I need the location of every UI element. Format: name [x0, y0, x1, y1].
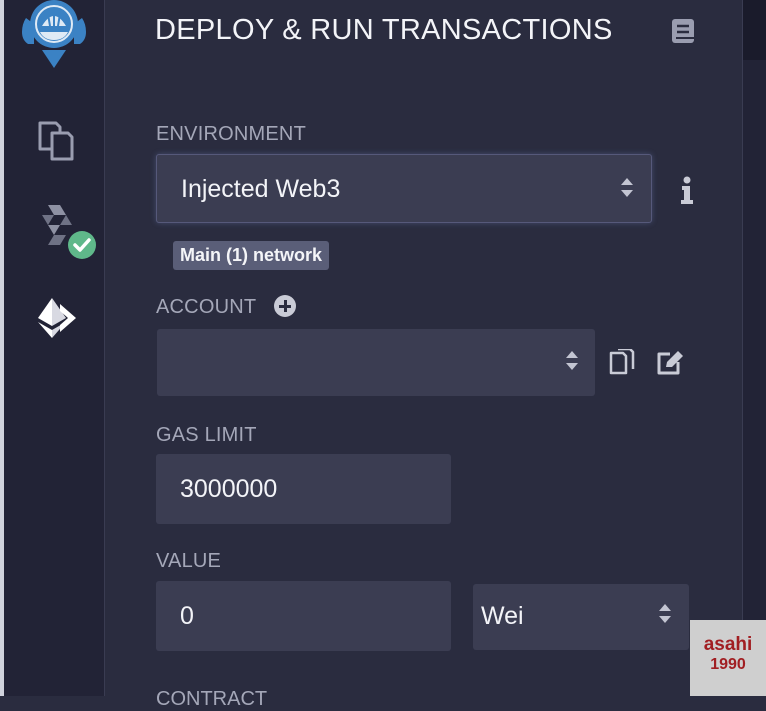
right-edge-panel — [742, 0, 766, 696]
value-unit-selected: Wei — [481, 602, 524, 630]
value-unit-select[interactable]: Wei — [473, 584, 689, 650]
environment-label: ENVIRONMENT — [156, 123, 306, 145]
gas-limit-input[interactable]: 3000000 — [156, 454, 451, 524]
edit-account-icon[interactable] — [656, 350, 684, 376]
info-icon[interactable] — [680, 176, 694, 204]
solidity-compiler-icon[interactable] — [38, 203, 96, 261]
watermark-text-2: 1990 — [710, 656, 746, 673]
icon-panel — [4, 0, 105, 696]
remix-logo-icon[interactable] — [12, 0, 96, 72]
asahi-watermark: asahi 1990 — [690, 620, 766, 696]
add-account-plus-icon[interactable] — [274, 295, 296, 317]
deploy-run-icon[interactable] — [34, 294, 80, 340]
value-label: VALUE — [156, 550, 222, 572]
gas-limit-value: 3000000 — [180, 475, 278, 503]
documentation-book-icon[interactable] — [671, 18, 695, 44]
environment-select[interactable]: Injected Web3 — [156, 154, 652, 223]
value-amount: 0 — [180, 602, 194, 630]
environment-updown-icon — [621, 178, 635, 197]
network-badge: Main (1) network — [173, 241, 330, 270]
account-updown-icon — [566, 351, 580, 370]
account-select[interactable] — [157, 329, 595, 396]
gas-limit-label: GAS LIMIT — [156, 424, 257, 446]
copy-address-icon[interactable] — [609, 349, 635, 377]
environment-selected-value: Injected Web3 — [181, 175, 341, 203]
value-input[interactable]: 0 — [156, 581, 451, 651]
right-edge-header — [743, 0, 766, 60]
panel-title: DEPLOY & RUN TRANSACTIONS — [155, 14, 613, 46]
account-label: ACCOUNT — [156, 296, 257, 318]
watermark-text-1: asahi — [703, 634, 753, 655]
contract-label: CONTRACT — [156, 688, 268, 710]
file-explorer-icon[interactable] — [34, 119, 78, 163]
unit-updown-icon — [659, 604, 673, 623]
icon-panel-divider — [104, 0, 105, 696]
